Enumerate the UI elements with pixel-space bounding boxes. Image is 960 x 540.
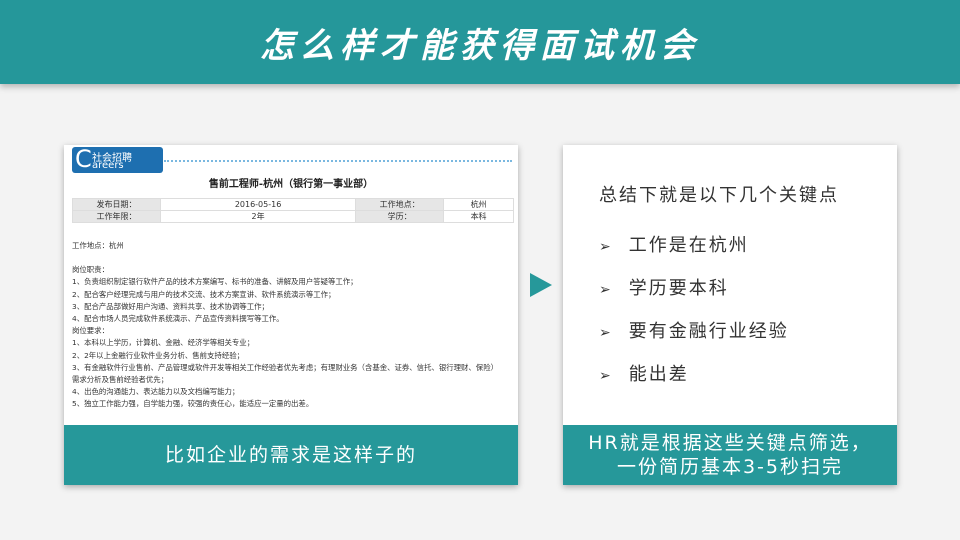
left-caption: 比如企业的需求是这样子的 bbox=[64, 425, 518, 485]
table-row: 发布日期： 2016-05-16 工作地点： 杭州 bbox=[72, 198, 514, 211]
point-text: 学历要本科 bbox=[628, 278, 729, 299]
header-bar: 怎么样才能获得面试机会 bbox=[0, 0, 960, 84]
caption-line: HR就是根据这些关键点筛选， bbox=[588, 432, 872, 454]
label: 发布日期： bbox=[72, 198, 161, 211]
description-line: 1、本科以上学历，计算机、金融、经济学等相关专业； bbox=[72, 338, 255, 348]
arrow-right-icon bbox=[530, 273, 552, 297]
description-line: 1、负责组织制定银行软件产品的技术方案编写、标书的准备、讲解及用户答疑等工作； bbox=[72, 277, 358, 287]
description-line: 需求分析及售前经验者优先； bbox=[72, 375, 169, 385]
key-point: ➢ 要有金融行业经验 bbox=[599, 317, 789, 343]
description-line: 岗位职责： bbox=[72, 265, 109, 275]
description-line: 3、有金融软件行业售前、产品管理或软件开发等相关工作经验者优先考虑；有理财业务（… bbox=[72, 362, 498, 372]
job-info-table: 发布日期： 2016-05-16 工作地点： 杭州 工作年限： 2年 学历： 本… bbox=[72, 198, 514, 223]
label: 工作年限： bbox=[72, 210, 161, 223]
key-point: ➢ 学历要本科 bbox=[599, 274, 729, 300]
point-text: 工作是在杭州 bbox=[628, 235, 749, 256]
description-line: 2、2年以上金融行业软件业务分析、售前支持经验； bbox=[72, 350, 245, 360]
label: 学历： bbox=[355, 210, 445, 223]
point-text: 能出差 bbox=[628, 364, 689, 385]
value: 2年 bbox=[159, 210, 357, 223]
bullet-icon: ➢ bbox=[599, 325, 613, 341]
description-line: 岗位要求： bbox=[72, 326, 109, 336]
job-description: 工作地点：杭州 岗位职责： 1、负责组织制定银行软件产品的技术方案编写、标书的准备、… bbox=[72, 240, 498, 411]
point-text: 要有金融行业经验 bbox=[628, 321, 789, 342]
value: 2016-05-16 bbox=[159, 198, 357, 211]
description-line: 2、配合客户经理完成与用户的技术交流、技术方案宣讲、软件系统演示等工作； bbox=[72, 289, 336, 299]
caption-text: 比如企业的需求是这样子的 bbox=[164, 444, 417, 466]
summary-card: 总结下就是以下几个关键点 ➢ 工作是在杭州 ➢ 学历要本科 ➢ 要有金融行业经验 ➢ 能… bbox=[563, 145, 897, 485]
summary-heading: 总结下就是以下几个关键点 bbox=[599, 185, 839, 206]
page-title: 怎么样才能获得面试机会 bbox=[260, 26, 700, 66]
description-line: 5、独立工作能力强，自学能力强，较强的责任心，能适应一定量的出差。 bbox=[72, 399, 314, 409]
description-line bbox=[72, 252, 498, 264]
key-point: ➢ 能出差 bbox=[599, 360, 689, 386]
label: 工作地点： bbox=[355, 198, 445, 211]
table-row: 工作年限： 2年 学历： 本科 bbox=[72, 210, 514, 223]
bullet-icon: ➢ bbox=[599, 239, 613, 255]
caption-line: 一份简历基本3-5秒扫完 bbox=[616, 456, 844, 478]
description-line: 3、配合产品部做好用户沟通、资料共享、技术协调等工作； bbox=[72, 301, 269, 311]
description-line: 工作地点：杭州 bbox=[72, 241, 124, 250]
bullet-icon: ➢ bbox=[599, 368, 613, 384]
job-posting-card: C 社会招聘 areers 售前工程师-杭州（银行第一事业部） 发布日期： 20… bbox=[64, 145, 518, 485]
bullet-icon: ➢ bbox=[599, 282, 613, 298]
key-point: ➢ 工作是在杭州 bbox=[599, 231, 749, 257]
dotted-divider bbox=[164, 160, 512, 162]
logo-letter: C bbox=[75, 145, 92, 173]
value: 杭州 bbox=[443, 198, 514, 211]
description-line: 4、出色的沟通能力、表达能力以及文档编写能力； bbox=[72, 387, 240, 397]
logo-en: areers bbox=[92, 160, 124, 171]
description-line: 4、配合市场人员完成软件系统演示、产品宣传资料撰写等工作。 bbox=[72, 314, 284, 324]
job-title: 售前工程师-杭州（银行第一事业部） bbox=[208, 179, 374, 190]
value: 本科 bbox=[443, 210, 514, 223]
right-caption: HR就是根据这些关键点筛选， 一份简历基本3-5秒扫完 bbox=[563, 425, 897, 485]
careers-logo: C 社会招聘 areers bbox=[72, 145, 163, 173]
